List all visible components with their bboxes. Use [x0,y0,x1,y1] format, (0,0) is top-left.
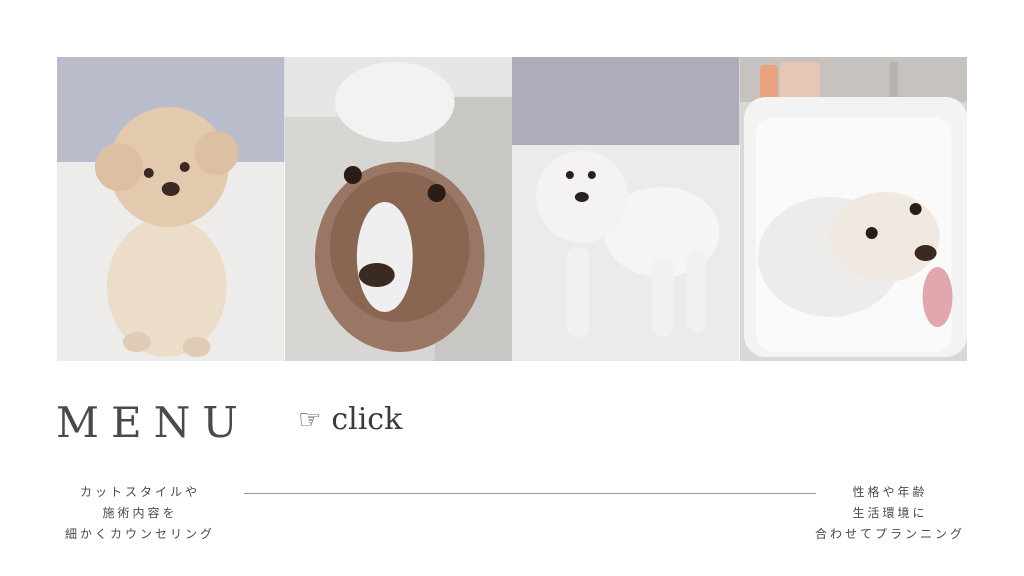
gallery-photo-bath-poodle [739,57,967,361]
caption-line: 施術内容を [102,506,178,520]
caption-line: 細かくカウンセリング [64,527,215,541]
gallery-photo-shampoo-poodle [284,57,512,361]
photo-gallery [57,57,967,361]
menu-heading: MENU [56,398,250,447]
planning-caption: 性格や年齢 生活環境に 合わせてプランニング [790,482,990,545]
caption-line: 生活環境に [852,506,928,520]
counseling-caption: カットスタイルや 施術内容を 細かくカウンセリング [40,482,240,545]
pointing-hand-icon: ☞ [298,404,322,435]
gallery-photo-apricot-poodle [57,57,285,361]
caption-line: カットスタイルや [79,485,200,499]
gallery-photo-white-poodle [512,57,740,361]
click-link-label: click [331,402,403,437]
caption-line: 性格や年齢 [852,485,928,499]
horizontal-divider [244,493,816,494]
caption-line: 合わせてプランニング [814,527,965,541]
menu-click-link[interactable]: ☞ click [298,402,402,437]
